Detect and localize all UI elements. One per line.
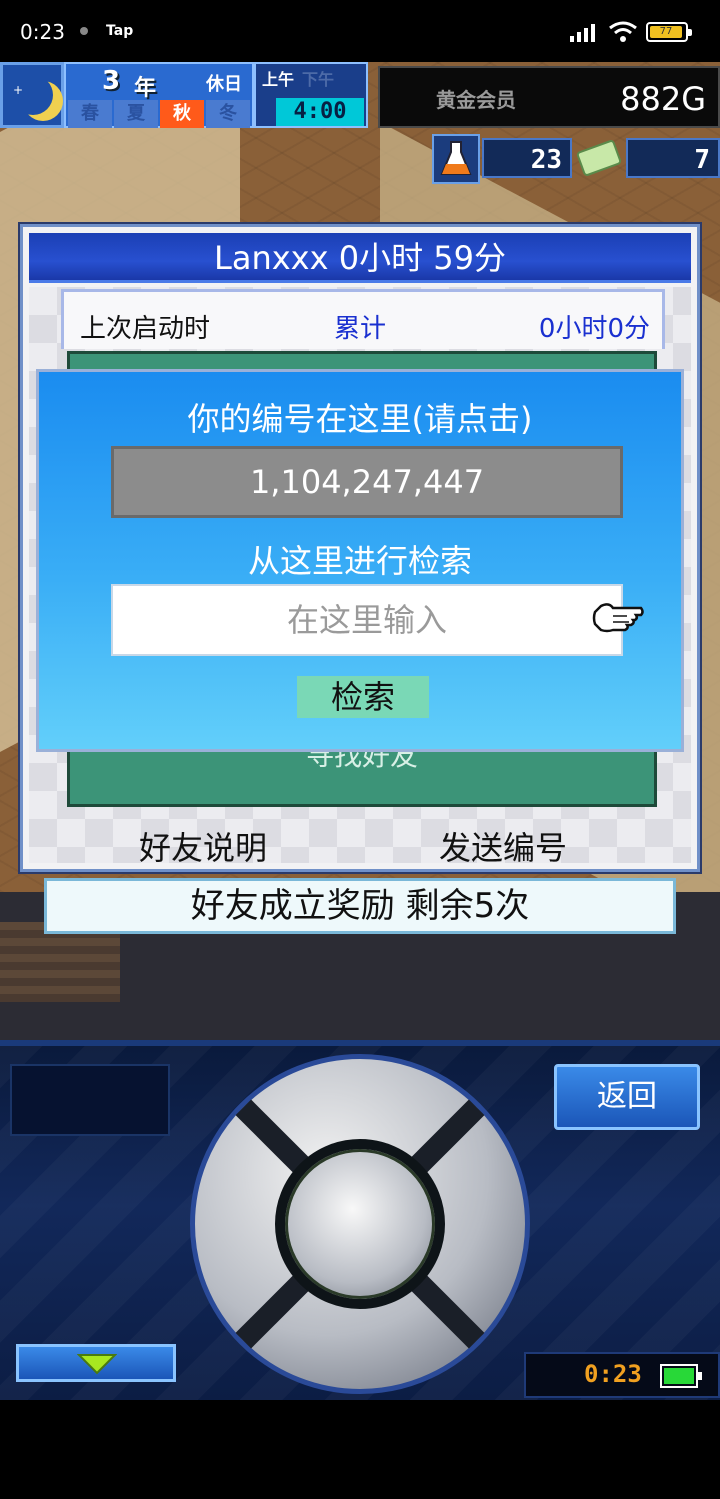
year-number: 3 — [102, 66, 121, 96]
bottom-black-bar — [0, 1400, 720, 1499]
panel-title: Lanxxx 0小时 59分 — [29, 233, 691, 283]
research-points: 23 — [482, 138, 572, 178]
season-winter: 冬 — [206, 100, 250, 128]
date-panel: 3 年 休日 春 夏 秋 冬 — [64, 62, 254, 128]
status-app-label: Tap — [106, 23, 134, 39]
friend-id-input[interactable]: 在这里输入 — [111, 584, 623, 656]
star-icon: + — [13, 83, 24, 97]
session-timer: 0:23 — [584, 1360, 642, 1388]
back-button[interactable]: 返回 — [554, 1064, 700, 1130]
dpad[interactable] — [190, 1054, 530, 1394]
wifi-icon — [609, 21, 637, 42]
holiday-label: 休日 — [206, 74, 242, 95]
am-pm: 上午 下午 — [262, 66, 334, 90]
game-clock: 4:00 — [276, 98, 364, 126]
down-button[interactable] — [16, 1344, 176, 1382]
total-label: 累计 — [334, 314, 387, 344]
season-spring: 春 — [68, 100, 112, 128]
controller-panel: 返回 0:23 — [0, 1040, 720, 1400]
session-timer-panel: 0:23 — [524, 1352, 720, 1398]
night-indicator: + — [0, 62, 64, 128]
playtime-stats: 上次启动时 累计 0小时0分 — [61, 289, 665, 349]
friend-search-dialog: 你的编号在这里(请点击) 1,104,247,447 从这里进行检索 在这里输入… — [36, 369, 684, 752]
member-status: 黄金会员 — [436, 88, 516, 112]
ticket-icon — [576, 140, 622, 176]
am-label: 上午 — [262, 70, 295, 89]
year-unit: 年 — [134, 76, 157, 101]
controller-slot — [10, 1064, 170, 1136]
notification-icon — [80, 27, 88, 35]
dpad-center-button[interactable] — [275, 1139, 445, 1309]
clock-panel: 上午 下午 4:00 — [254, 62, 368, 128]
ticket-count: 7 — [626, 138, 720, 178]
player-id-box[interactable]: 1,104,247,447 — [111, 446, 623, 518]
game-battery-icon — [660, 1364, 702, 1388]
season-summer: 夏 — [114, 100, 158, 128]
gold-amount: 882G — [620, 80, 706, 118]
member-panel: 黄金会员 882G — [378, 66, 720, 128]
down-arrow-icon — [77, 1354, 117, 1375]
friend-explain-button[interactable]: 好友说明 — [139, 823, 267, 869]
battery-icon: 77 — [646, 22, 692, 42]
flask-icon — [432, 134, 480, 184]
status-time: 0:23 — [20, 20, 65, 44]
search-label: 从这里进行检索 — [247, 542, 472, 580]
pm-label: 下午 — [302, 70, 335, 89]
season-row: 春 夏 秋 冬 — [68, 100, 250, 128]
status-bar: 0:23 Tap 77 — [0, 0, 720, 62]
resource-row: 23 7 — [432, 134, 720, 184]
top-hud: + 3 年 休日 春 夏 秋 冬 上午 下午 4:00 黄金会员 882G — [0, 60, 720, 132]
signal-icon — [570, 24, 595, 42]
total-value: 0小时0分 — [538, 314, 650, 344]
pointing-hand-icon — [592, 603, 644, 633]
friend-bonus-bar: 好友成立奖励 剩余5次 — [44, 878, 676, 934]
last-launch-label: 上次启动时 — [80, 314, 211, 344]
season-autumn: 秋 — [160, 100, 204, 128]
search-button[interactable]: 检索 — [297, 676, 429, 718]
floor-blocks — [0, 922, 120, 1002]
battery-level: 77 — [650, 26, 682, 38]
send-id-button[interactable]: 发送编号 — [439, 823, 567, 869]
dialog-title: 你的编号在这里(请点击) — [187, 400, 533, 438]
